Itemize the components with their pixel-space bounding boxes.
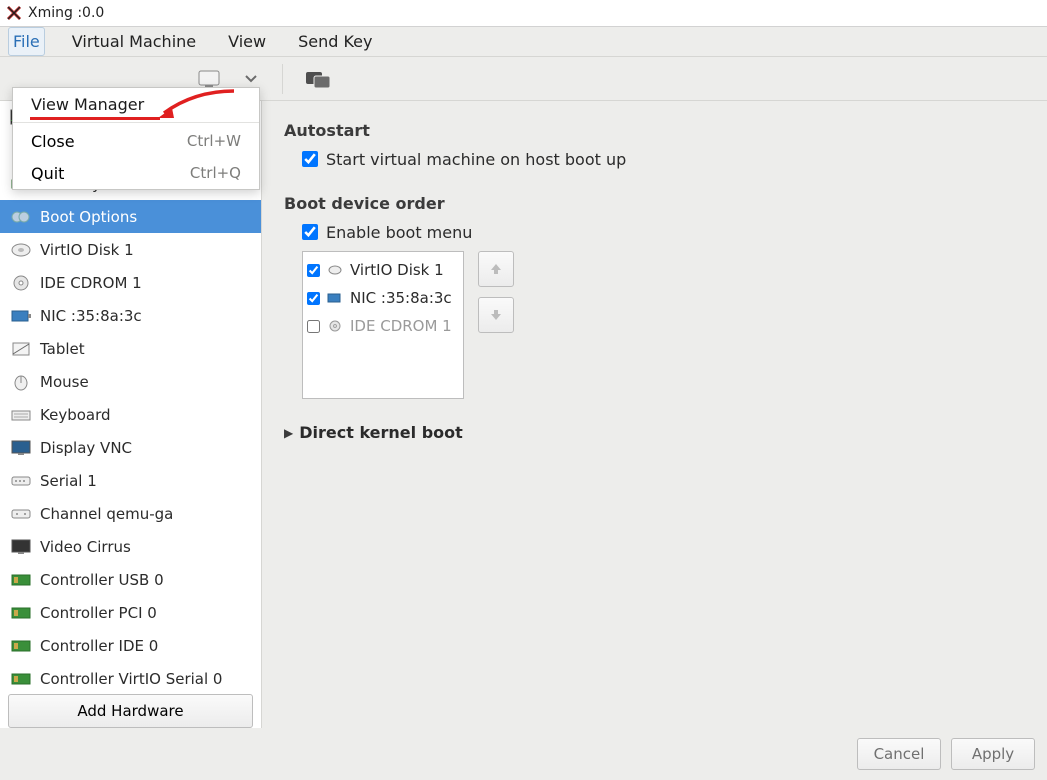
hw-item-label: Channel qemu-ga (40, 505, 173, 523)
hw-item-display-vnc[interactable]: Display VNC (0, 431, 261, 464)
boot-move-up-button[interactable] (478, 251, 514, 287)
hw-item-label: Serial 1 (40, 472, 97, 490)
virt-manager-window: File Virtual Machine View Send Key Perfo… (0, 26, 1047, 780)
menu-view[interactable]: View (223, 27, 271, 56)
hw-item-boot-options[interactable]: Boot Options (0, 200, 261, 233)
hw-item-label: IDE CDROM 1 (40, 274, 142, 292)
boot-order-area: VirtIO Disk 1 NIC :35:8a:3c IDE CDROM 1 (302, 251, 1025, 399)
xming-icon (6, 5, 22, 21)
autostart-title: Autostart (284, 121, 1025, 140)
window-title: Xming :0.0 (28, 5, 104, 21)
hw-icon (10, 603, 32, 623)
hw-item-label: NIC :35:8a:3c (40, 307, 142, 325)
hw-item-nic-35-8a-3c[interactable]: NIC :35:8a:3c (0, 299, 261, 332)
hw-item-controller-ide-0[interactable]: Controller IDE 0 (0, 629, 261, 662)
hw-item-label: Keyboard (40, 406, 111, 424)
hw-item-controller-usb-0[interactable]: Controller USB 0 (0, 563, 261, 596)
hw-item-label: Boot Options (40, 208, 137, 226)
hw-item-label: Mouse (40, 373, 89, 391)
boot-order-title: Boot device order (284, 194, 1025, 213)
hw-icon (10, 405, 32, 425)
direct-kernel-label: Direct kernel boot (299, 423, 463, 442)
window-titlebar: Xming :0.0 (0, 0, 1047, 26)
menu-virtual-machine[interactable]: Virtual Machine (67, 27, 201, 56)
direct-kernel-boot-expander[interactable]: ▶ Direct kernel boot (284, 423, 1025, 442)
hw-item-label: Display VNC (40, 439, 132, 457)
hw-item-controller-pci-0[interactable]: Controller PCI 0 (0, 596, 261, 629)
hw-item-mouse[interactable]: Mouse (0, 365, 261, 398)
hw-item-video-cirrus[interactable]: Video Cirrus (0, 530, 261, 563)
hw-item-channel-qemu-ga[interactable]: Channel qemu-ga (0, 497, 261, 530)
hw-icon (10, 504, 32, 524)
body-split: PerformanceCPUsMemoryBoot OptionsVirtIO … (0, 101, 1047, 728)
hw-icon (10, 669, 32, 689)
hw-icon (10, 273, 32, 293)
nic-icon (326, 290, 344, 306)
hw-icon (10, 471, 32, 491)
hw-item-virtio-disk-1[interactable]: VirtIO Disk 1 (0, 233, 261, 266)
boot-item-checkbox[interactable] (307, 292, 320, 305)
hw-item-label: Controller PCI 0 (40, 604, 157, 622)
boot-options-panel: Autostart Start virtual machine on host … (262, 101, 1047, 728)
boot-device-list[interactable]: VirtIO Disk 1 NIC :35:8a:3c IDE CDROM 1 (302, 251, 464, 399)
hw-item-ide-cdrom-1[interactable]: IDE CDROM 1 (0, 266, 261, 299)
hw-item-label: Controller USB 0 (40, 571, 164, 589)
hardware-sidebar: PerformanceCPUsMemoryBoot OptionsVirtIO … (0, 101, 262, 728)
menubar: File Virtual Machine View Send Key (0, 27, 1047, 57)
cdrom-icon (326, 318, 344, 334)
boot-move-down-button[interactable] (478, 297, 514, 333)
dialog-footer: Cancel Apply (845, 728, 1047, 780)
hw-icon (10, 339, 32, 359)
boot-item-nic-35-8a-3c[interactable]: NIC :35:8a:3c (307, 284, 459, 312)
hw-icon (10, 372, 32, 392)
hw-item-label: Controller VirtIO Serial 0 (40, 670, 222, 688)
boot-item-checkbox[interactable] (307, 264, 320, 277)
boot-item-label: NIC :35:8a:3c (350, 289, 452, 307)
hw-icon (10, 537, 32, 557)
expander-triangle-icon: ▶ (284, 426, 293, 440)
fullscreen-button[interactable] (301, 64, 335, 94)
hw-item-label: VirtIO Disk 1 (40, 241, 134, 259)
enable-boot-menu-checkbox[interactable]: Enable boot menu (302, 219, 1025, 245)
toolbar-divider (282, 64, 283, 94)
autostart-label: Start virtual machine on host boot up (326, 150, 626, 169)
annotation-underline (30, 117, 160, 120)
enable-boot-menu-label: Enable boot menu (326, 223, 472, 242)
hw-icon (10, 207, 32, 227)
menu-quit[interactable]: Quit Ctrl+Q (13, 157, 259, 189)
annotation-arrow (156, 85, 236, 125)
boot-item-ide-cdrom-1[interactable]: IDE CDROM 1 (307, 312, 459, 340)
autostart-checkbox[interactable]: Start virtual machine on host boot up (302, 146, 1025, 172)
hw-item-label: Tablet (40, 340, 85, 358)
hw-item-label: Video Cirrus (40, 538, 131, 556)
apply-button[interactable]: Apply (951, 738, 1035, 770)
boot-item-label: IDE CDROM 1 (350, 317, 452, 335)
hw-icon (10, 240, 32, 260)
disk-icon (326, 262, 344, 278)
menu-close[interactable]: Close Ctrl+W (13, 125, 259, 157)
hw-item-serial-1[interactable]: Serial 1 (0, 464, 261, 497)
boot-item-virtio-disk-1[interactable]: VirtIO Disk 1 (307, 256, 459, 284)
hw-icon (10, 438, 32, 458)
menu-send-key[interactable]: Send Key (293, 27, 377, 56)
hw-item-controller-virtio-serial-0[interactable]: Controller VirtIO Serial 0 (0, 662, 261, 690)
cancel-button[interactable]: Cancel (857, 738, 941, 770)
add-hardware-button[interactable]: Add Hardware (8, 694, 253, 728)
hw-item-keyboard[interactable]: Keyboard (0, 398, 261, 431)
hw-icon (10, 570, 32, 590)
hw-item-tablet[interactable]: Tablet (0, 332, 261, 365)
boot-item-checkbox[interactable] (307, 320, 320, 333)
hw-icon (10, 636, 32, 656)
hw-icon (10, 306, 32, 326)
menu-file[interactable]: File (8, 27, 45, 56)
boot-item-label: VirtIO Disk 1 (350, 261, 444, 279)
hw-item-label: Controller IDE 0 (40, 637, 158, 655)
